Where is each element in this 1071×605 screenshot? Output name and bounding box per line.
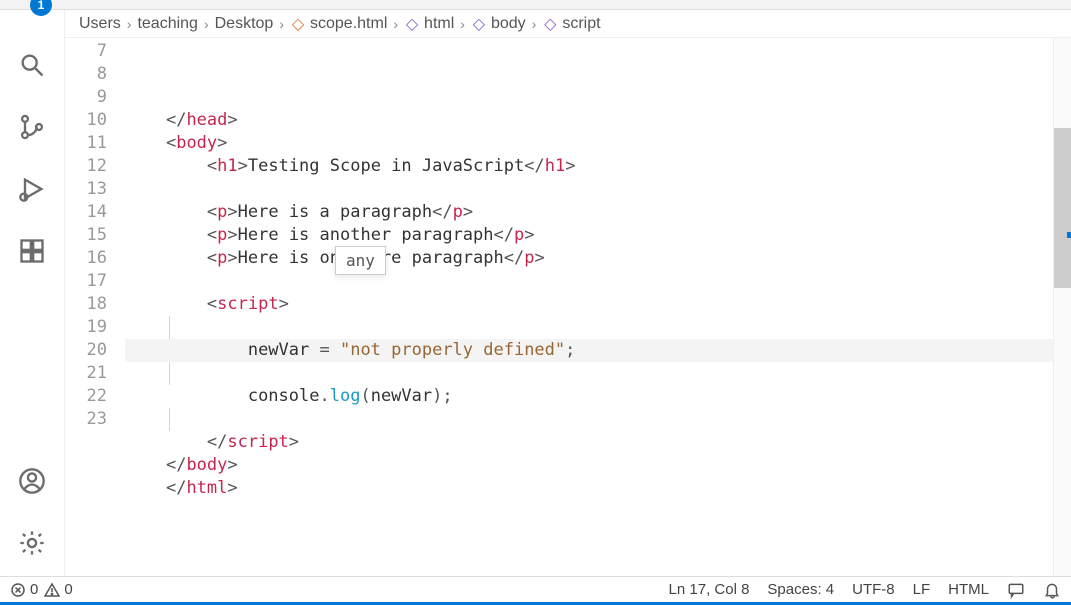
feedback-icon[interactable] xyxy=(1007,581,1025,599)
line-number: 12 xyxy=(65,155,107,178)
line-number: 11 xyxy=(65,132,107,155)
code-line[interactable] xyxy=(125,362,1053,385)
extensions-icon[interactable] xyxy=(15,234,49,268)
code-line[interactable]: <h1>Testing Scope in JavaScript</h1> xyxy=(125,155,1053,178)
code-line[interactable]: </body> xyxy=(125,454,1053,477)
symbol-icon: ◇ xyxy=(471,16,487,32)
language-mode[interactable]: HTML xyxy=(948,581,989,598)
breadcrumb[interactable]: Users › teaching › Desktop › ◇ scope.htm… xyxy=(65,10,1071,38)
chevron-right-icon: › xyxy=(127,16,132,32)
code-line[interactable]: <p>Here is another paragraph</p> xyxy=(125,224,1053,247)
run-debug-icon[interactable] xyxy=(15,172,49,206)
line-number: 17 xyxy=(65,270,107,293)
line-number: 16 xyxy=(65,247,107,270)
line-number-gutter: 7891011121314151617181920212223 xyxy=(65,38,125,576)
scrollbar-thumb[interactable] xyxy=(1054,128,1071,288)
settings-gear-icon[interactable] xyxy=(15,526,49,560)
error-circle-icon xyxy=(10,582,26,598)
code-line[interactable]: <body> xyxy=(125,132,1053,155)
code-content[interactable]: </head> <body> <h1>Testing Scope in Java… xyxy=(125,38,1053,576)
code-editor[interactable]: 7891011121314151617181920212223 </head> … xyxy=(65,38,1071,576)
breadcrumb-item[interactable]: Users xyxy=(79,15,121,33)
breadcrumb-item[interactable]: ◇ script xyxy=(542,15,600,33)
line-number: 18 xyxy=(65,293,107,316)
eol[interactable]: LF xyxy=(913,581,931,598)
line-number: 19 xyxy=(65,316,107,339)
breadcrumb-item[interactable]: teaching xyxy=(137,15,198,33)
breadcrumb-item[interactable]: ◇ body xyxy=(471,15,526,33)
line-number: 15 xyxy=(65,224,107,247)
line-number: 20 xyxy=(65,339,107,362)
code-line[interactable]: </head> xyxy=(125,109,1053,132)
line-number: 8 xyxy=(65,63,107,86)
source-control-icon[interactable] xyxy=(15,110,49,144)
symbol-icon: ◇ xyxy=(404,16,420,32)
chevron-right-icon: › xyxy=(393,16,398,32)
code-line[interactable]: <p>Here is one more paragraph</p> xyxy=(125,247,1053,270)
tab-bar[interactable]: 1 xyxy=(0,0,1071,10)
type-hover-tooltip: any xyxy=(335,246,386,275)
cursor-position[interactable]: Ln 17, Col 8 xyxy=(669,581,750,598)
line-number: 14 xyxy=(65,201,107,224)
accounts-icon[interactable] xyxy=(15,464,49,498)
activity-bar xyxy=(0,10,65,576)
symbol-icon: ◇ xyxy=(542,16,558,32)
encoding[interactable]: UTF-8 xyxy=(852,581,895,598)
code-line[interactable]: </html> xyxy=(125,477,1053,500)
line-number: 21 xyxy=(65,362,107,385)
breadcrumb-item[interactable]: ◇ scope.html xyxy=(290,15,387,33)
chevron-right-icon: › xyxy=(460,16,465,32)
line-number: 7 xyxy=(65,40,107,63)
line-number: 13 xyxy=(65,178,107,201)
status-warning-count: 0 xyxy=(64,581,72,598)
breadcrumb-item[interactable]: Desktop xyxy=(215,15,274,33)
indentation[interactable]: Spaces: 4 xyxy=(767,581,834,598)
code-line[interactable]: newVar = "not properly defined"; xyxy=(125,339,1053,362)
problems-errors[interactable]: 0 xyxy=(10,581,38,598)
search-icon[interactable] xyxy=(15,48,49,82)
warning-triangle-icon xyxy=(44,582,60,598)
status-error-count: 0 xyxy=(30,581,38,598)
code-line[interactable] xyxy=(125,178,1053,201)
chevron-right-icon: › xyxy=(279,16,284,32)
code-line[interactable]: <script> xyxy=(125,293,1053,316)
line-number: 23 xyxy=(65,408,107,431)
status-bar: 0 0 Ln 17, Col 8 Spaces: 4 UTF-8 LF HTML xyxy=(0,576,1071,602)
code-line[interactable]: console.log(newVar); xyxy=(125,385,1053,408)
code-line[interactable] xyxy=(125,408,1053,431)
code-line[interactable] xyxy=(125,270,1053,293)
line-number: 10 xyxy=(65,109,107,132)
code-line[interactable]: <p>Here is a paragraph</p> xyxy=(125,201,1053,224)
cursor-marker xyxy=(1067,232,1071,238)
code-line[interactable] xyxy=(125,316,1053,339)
scrollbar[interactable] xyxy=(1053,38,1071,576)
line-number: 22 xyxy=(65,385,107,408)
line-number: 9 xyxy=(65,86,107,109)
file-html-icon: ◇ xyxy=(290,16,306,32)
breadcrumb-item[interactable]: ◇ html xyxy=(404,15,454,33)
code-line[interactable]: </script> xyxy=(125,431,1053,454)
chevron-right-icon: › xyxy=(204,16,209,32)
notifications-bell-icon[interactable] xyxy=(1043,581,1061,599)
chevron-right-icon: › xyxy=(532,16,537,32)
problems-warnings[interactable]: 0 xyxy=(44,581,72,598)
